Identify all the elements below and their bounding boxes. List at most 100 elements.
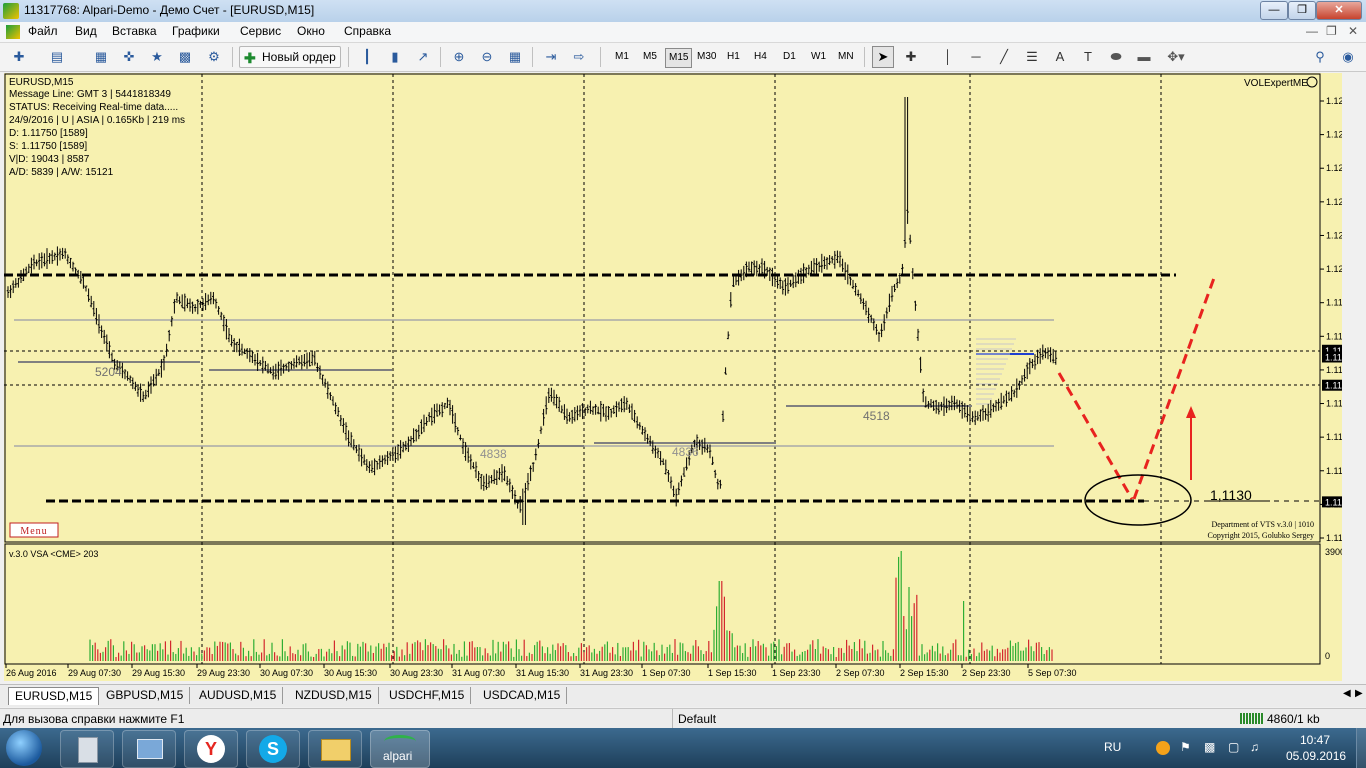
metatrader-app-icon xyxy=(3,3,19,19)
show-desktop-button[interactable] xyxy=(1356,728,1366,768)
timeframe-mn[interactable]: MN xyxy=(835,48,857,66)
price-label: 1.11200 xyxy=(1326,533,1342,543)
time-label: 31 Aug 07:30 xyxy=(452,668,505,678)
tab-usdchf[interactable]: USDCHF,M15 xyxy=(383,687,472,704)
yandex-browser-icon[interactable]: Y xyxy=(184,730,238,768)
tab-audusd[interactable]: AUDUSD,M15 xyxy=(193,687,284,704)
tray-app-icon[interactable] xyxy=(1156,741,1170,755)
strategy-tester-icon[interactable]: ▩ xyxy=(174,46,196,68)
chart-window[interactable]: EURUSD,M15 Message Line: GMT 3 | 5441818… xyxy=(4,73,1342,681)
vertical-line-icon[interactable]: │ xyxy=(937,46,959,68)
candlestick-icon[interactable]: ▮ xyxy=(384,46,406,68)
timeframe-m5[interactable]: M5 xyxy=(640,48,660,66)
toolbar: ✚ ▤ ▦ ✜ ★ ▩ ⚙ ✚ Новый ордер ┃ ▮ ↗ ⊕ ⊖ ▦ … xyxy=(0,43,1366,72)
clock-date[interactable]: 05.09.2016 xyxy=(1286,749,1346,763)
arrows-dropdown-icon[interactable]: ✥▾ xyxy=(1161,46,1191,68)
time-label: 29 Aug 15:30 xyxy=(132,668,185,678)
zoom-in-icon[interactable]: ⊕ xyxy=(448,46,470,68)
tab-nzdusd[interactable]: NZDUSD,M15 xyxy=(289,687,379,704)
fibonacci-icon[interactable]: ☰ xyxy=(1021,46,1043,68)
chart-background xyxy=(4,73,1342,681)
volume-icon[interactable]: ♫ xyxy=(1250,740,1259,754)
language-indicator[interactable]: RU xyxy=(1104,740,1121,754)
time-label: 1 Sep 07:30 xyxy=(642,668,691,678)
menu-tools[interactable]: Сервис xyxy=(240,24,281,38)
child-close-button[interactable]: ✕ xyxy=(1348,24,1358,38)
autoscroll-icon[interactable]: ⇨ xyxy=(568,46,590,68)
skype-icon[interactable]: S xyxy=(246,730,300,768)
tray-device-icon[interactable]: ▩ xyxy=(1204,740,1215,754)
clock-time[interactable]: 10:47 xyxy=(1300,733,1330,747)
eurusd-chart[interactable]: EURUSD,M15 Message Line: GMT 3 | 5441818… xyxy=(4,73,1342,681)
text-tool-icon[interactable]: A xyxy=(1049,46,1071,68)
ellipse-tool-icon[interactable]: ⬬ xyxy=(1105,46,1127,68)
timeframe-m30[interactable]: M30 xyxy=(694,48,719,66)
menu-insert[interactable]: Вставка xyxy=(112,24,157,38)
close-button[interactable]: ✕ xyxy=(1316,1,1362,20)
line-chart-icon[interactable]: ↗ xyxy=(412,46,434,68)
file-explorer-icon[interactable] xyxy=(308,730,362,768)
network-icon[interactable]: ▢ xyxy=(1228,740,1239,754)
menu-window[interactable]: Окно xyxy=(297,24,325,38)
timeframe-h4[interactable]: H4 xyxy=(751,48,770,66)
time-label: 2 Sep 23:30 xyxy=(962,668,1011,678)
maximize-button[interactable]: ❐ xyxy=(1288,1,1316,20)
time-label: 5 Sep 07:30 xyxy=(1028,668,1077,678)
tab-eurusd[interactable]: EURUSD,M15 xyxy=(8,687,100,705)
horizontal-line-icon[interactable]: ─ xyxy=(965,46,987,68)
community-icon[interactable]: ◉ xyxy=(1337,46,1359,68)
child-restore-button[interactable]: ❐ xyxy=(1326,24,1337,38)
search-icon[interactable]: ⚲ xyxy=(1309,46,1331,68)
menu-button-label: Menu xyxy=(20,526,47,537)
timeframe-m1[interactable]: M1 xyxy=(612,48,632,66)
volume-cluster-label: 4838 xyxy=(480,447,507,461)
timeframe-d1[interactable]: D1 xyxy=(780,48,799,66)
status-traffic[interactable]: 4860/1 kb xyxy=(1267,712,1320,726)
volume-cluster-label: 4836 xyxy=(672,445,699,459)
target-price-label: 1,1130 xyxy=(1210,487,1252,503)
tabs-scroll-left-icon[interactable]: ◀ xyxy=(1343,688,1351,699)
windows-taskbar: Y S alpari RU ⚑ ▩ ▢ ♫ 10:47 05.09.2016 xyxy=(0,728,1366,768)
remote-desktop-icon[interactable] xyxy=(122,730,176,768)
trendline-icon[interactable]: ╱ xyxy=(993,46,1015,68)
new-order-button[interactable]: ✚ Новый ордер xyxy=(239,46,341,68)
timeframe-h1[interactable]: H1 xyxy=(724,48,743,66)
tabs-scroll-right-icon[interactable]: ▶ xyxy=(1355,688,1363,699)
terminal-icon[interactable]: ★ xyxy=(146,46,168,68)
menu-view[interactable]: Вид xyxy=(75,24,97,38)
menu-help[interactable]: Справка xyxy=(344,24,391,38)
chart-tabs: EURUSD,M15 GBPUSD,M15 AUDUSD,M15 NZDUSD,… xyxy=(0,684,1366,707)
profiles-icon[interactable]: ▤ xyxy=(46,46,68,68)
market-watch-icon[interactable]: ▦ xyxy=(90,46,112,68)
menu-bar: Файл Вид Вставка Графики Сервис Окно Спр… xyxy=(0,22,1366,43)
bar-chart-icon[interactable]: ┃ xyxy=(356,46,378,68)
chart-shift-icon[interactable]: ⇥ xyxy=(540,46,562,68)
tab-gbpusd[interactable]: GBPUSD,M15 xyxy=(100,687,191,704)
header-line: EURUSD,M15 xyxy=(9,77,74,88)
alpari-terminal-button[interactable]: alpari xyxy=(370,730,430,768)
timeframe-w1[interactable]: W1 xyxy=(808,48,829,66)
navigator-icon[interactable]: ✜ xyxy=(118,46,140,68)
timeframe-m15[interactable]: M15 xyxy=(665,48,693,68)
start-button[interactable] xyxy=(6,730,42,766)
rectangle-tool-icon[interactable]: ▬ xyxy=(1133,46,1155,68)
toolbar-separator xyxy=(532,47,533,67)
tray-flag-icon[interactable]: ⚑ xyxy=(1180,740,1191,754)
tab-usdcad[interactable]: USDCAD,M15 xyxy=(477,687,568,704)
zoom-out-icon[interactable]: ⊖ xyxy=(476,46,498,68)
text-label-icon[interactable]: T xyxy=(1077,46,1099,68)
header-line: STATUS: Receiving Real-time data..... xyxy=(9,102,178,113)
calculator-icon[interactable] xyxy=(60,730,114,768)
cursor-icon[interactable]: ➤ xyxy=(872,46,894,68)
status-help-text: Для вызова справки нажмите F1 xyxy=(3,712,185,726)
new-chart-icon[interactable]: ✚ xyxy=(8,46,30,68)
tile-windows-icon[interactable]: ▦ xyxy=(504,46,526,68)
menu-file[interactable]: Файл xyxy=(28,24,58,38)
time-label: 29 Aug 07:30 xyxy=(68,668,121,678)
crosshair-icon[interactable]: ✚ xyxy=(900,46,922,68)
minimize-button[interactable]: — xyxy=(1260,1,1288,20)
menu-charts[interactable]: Графики xyxy=(172,24,220,38)
copyright-line: Copyright 2015, Golubko Sergey xyxy=(1207,531,1314,540)
child-minimize-button[interactable]: — xyxy=(1306,24,1318,38)
options-icon[interactable]: ⚙ xyxy=(203,46,225,68)
